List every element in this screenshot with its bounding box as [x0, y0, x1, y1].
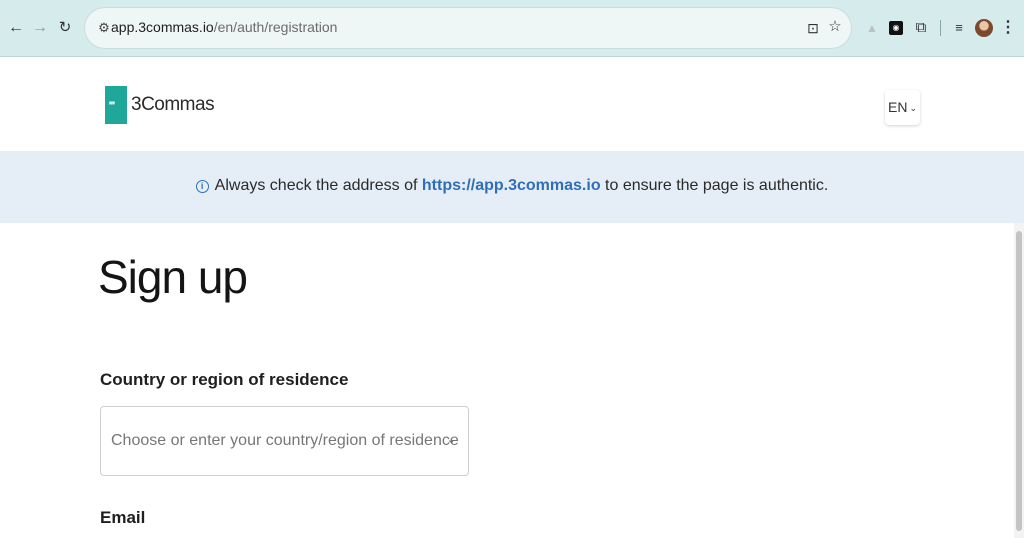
country-placeholder: Choose or enter your country/region of r… [111, 432, 459, 449]
browser-toolbar: ← → ↻ ⚙ app.3commas.io/en/auth/registrat… [0, 0, 1024, 57]
scrollbar[interactable] [1014, 223, 1024, 538]
reload-button[interactable]: ↻ [55, 17, 75, 39]
info-icon: i [195, 180, 209, 193]
address-bar[interactable]: ⚙ app.3commas.io/en/auth/registration ⊡ … [84, 7, 852, 49]
country-label: Country or region of residence [100, 370, 349, 389]
url-text[interactable]: app.3commas.io/en/auth/registration [111, 19, 337, 35]
notice-link[interactable]: https://app.3commas.io [422, 177, 601, 194]
browser-menu-icon[interactable]: ⋮ [1000, 17, 1016, 39]
logo-mark-icon: ''' [105, 86, 127, 124]
profile-avatar[interactable] [974, 17, 994, 39]
logo-text: 3Commas [131, 94, 215, 115]
extensions-puzzle-icon[interactable]: ⧉ [912, 17, 930, 39]
extension-black-icon[interactable]: ◉ [888, 17, 904, 39]
chevron-down-icon: ⌄ [446, 434, 456, 446]
notice-text-after: to ensure the page is authentic. [600, 177, 829, 194]
language-code: EN [888, 99, 908, 115]
toolbar-divider [940, 20, 941, 36]
chevron-down-icon: ⌄ [909, 103, 917, 113]
security-notice: i Always check the address of https://app… [0, 151, 1024, 223]
reading-list-icon[interactable]: ≡ [950, 17, 968, 39]
security-notice-text: i Always check the address of https://app… [0, 177, 1024, 195]
logo-mark-glyph: ''' [108, 99, 114, 113]
extension-triangle-icon[interactable]: ▲ [866, 17, 878, 39]
notice-text-before: Always check the address of [214, 177, 422, 194]
email-label: Email [100, 508, 146, 527]
install-app-icon[interactable]: ⊡ [805, 19, 821, 37]
url-host: app.3commas.io [111, 19, 214, 35]
page-title: Sign up [98, 251, 248, 303]
forward-button[interactable]: → [30, 17, 50, 39]
bookmark-star-icon[interactable]: ☆ [827, 18, 843, 36]
logo[interactable]: ''' 3Commas [105, 86, 215, 124]
back-button[interactable]: ← [6, 17, 26, 39]
url-path: /en/auth/registration [213, 19, 338, 35]
language-selector[interactable]: EN ⌄ [885, 90, 920, 125]
country-select[interactable]: Choose or enter your country/region of r… [100, 406, 469, 476]
scrollbar-thumb[interactable] [1016, 231, 1022, 531]
site-header: ''' 3Commas EN ⌄ [0, 58, 1024, 151]
